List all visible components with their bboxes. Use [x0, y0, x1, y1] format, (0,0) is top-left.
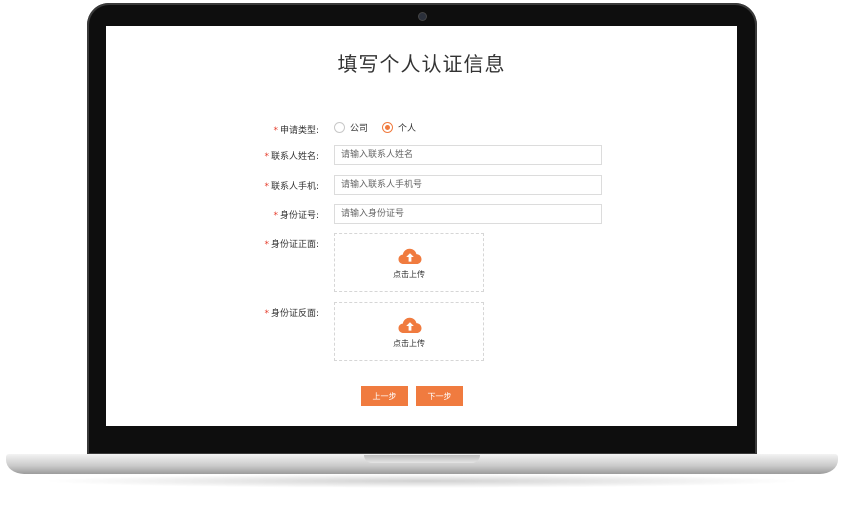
next-step-button[interactable]: 下一步: [416, 386, 463, 406]
id-back-upload[interactable]: 点击上传: [334, 302, 484, 361]
id-number-row: * 身份证号:: [106, 204, 737, 228]
contact-phone-input[interactable]: [334, 175, 602, 195]
cloud-upload-icon: [398, 317, 422, 333]
application-type-radio-group: 公司 个人: [334, 121, 430, 134]
id-front-upload-text: 点击上传: [393, 270, 425, 279]
id-back-row: * 身份证反面: 点击上传: [106, 302, 737, 362]
contact-name-label: * 联系人姓名:: [264, 152, 319, 162]
cloud-upload-icon: [398, 248, 422, 264]
id-back-upload-text: 点击上传: [393, 339, 425, 348]
id-back-label: * 身份证反面:: [264, 309, 319, 319]
application-type-label: * 申请类型:: [273, 126, 319, 136]
laptop-base-notch: [364, 455, 480, 463]
radio-personal[interactable]: [382, 122, 394, 133]
id-front-label: * 身份证正面:: [264, 240, 319, 250]
id-front-upload[interactable]: 点击上传: [334, 233, 484, 292]
laptop-shadow: [40, 474, 804, 488]
webcam-icon: [419, 13, 426, 20]
radio-company-label[interactable]: 公司: [350, 121, 368, 134]
contact-name-input[interactable]: [334, 145, 602, 165]
id-front-row: * 身份证正面: 点击上传: [106, 233, 737, 293]
radio-company[interactable]: [334, 122, 345, 133]
application-type-row: * 申请类型: 公司 个人: [106, 119, 737, 143]
id-number-label: * 身份证号:: [273, 211, 319, 221]
prev-step-button[interactable]: 上一步: [361, 386, 408, 406]
contact-phone-label: * 联系人手机:: [264, 182, 319, 192]
contact-name-row: * 联系人姓名:: [106, 145, 737, 169]
radio-personal-label[interactable]: 个人: [398, 121, 416, 134]
contact-phone-row: * 联系人手机:: [106, 175, 737, 199]
page-title: 填写个人认证信息: [337, 52, 506, 76]
id-number-input[interactable]: [334, 204, 602, 224]
laptop-screen: 填写个人认证信息 *申请类型: 公司 个人 *联系人姓名: *联系人手机: *身…: [106, 26, 737, 426]
